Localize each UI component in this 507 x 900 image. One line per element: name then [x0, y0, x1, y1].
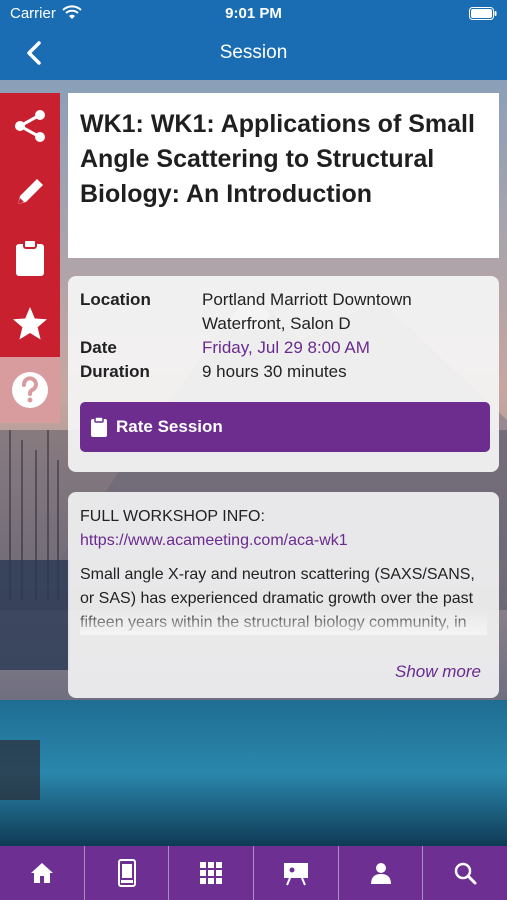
favorite-button[interactable]	[0, 291, 60, 357]
workshop-link[interactable]: https://www.acameeting.com/aca-wk1	[80, 529, 487, 553]
person-icon	[370, 863, 391, 884]
clipboard-icon	[16, 239, 44, 276]
location-label: Location	[80, 290, 151, 309]
location-value: Portland Marriott Downtown Waterfront, S…	[202, 290, 412, 333]
status-bar: Carrier 9:01 PM	[0, 0, 507, 28]
rate-session-button[interactable]: Rate Session	[80, 402, 490, 452]
description-text: Small angle X-ray and neutron scattering…	[80, 563, 487, 635]
session-title: WK1: WK1: Applications of Small Angle Sc…	[80, 110, 475, 208]
date-label: Date	[80, 338, 117, 357]
session-title-card: WK1: WK1: Applications of Small Angle Sc…	[68, 93, 499, 258]
share-button[interactable]	[0, 93, 60, 159]
bottom-tab-bar	[0, 846, 507, 900]
tab-mobile[interactable]	[85, 846, 170, 900]
question-icon	[12, 372, 48, 408]
tab-grid[interactable]	[169, 846, 255, 900]
mobile-device-icon	[117, 859, 136, 887]
star-icon	[13, 307, 47, 340]
help-button[interactable]	[0, 357, 60, 423]
action-rail	[0, 93, 60, 425]
search-icon	[454, 862, 477, 885]
home-icon	[30, 863, 53, 883]
navigation-bar: Session	[0, 28, 507, 80]
grid-icon	[200, 862, 223, 884]
show-more-link[interactable]: Show more	[395, 660, 481, 684]
clock-time: 9:01 PM	[225, 5, 282, 22]
notes-button[interactable]	[0, 159, 60, 225]
tab-presentations[interactable]	[254, 846, 339, 900]
tab-home[interactable]	[0, 846, 85, 900]
description-heading: FULL WORKSHOP INFO:	[80, 508, 265, 525]
location-row: Location Portland Marriott Downtown Wate…	[80, 288, 487, 336]
survey-button[interactable]	[0, 225, 60, 291]
battery-icon	[469, 7, 497, 24]
rate-session-label: Rate Session	[116, 417, 223, 436]
duration-label: Duration	[80, 362, 150, 381]
duration-row: Duration 9 hours 30 minutes	[80, 360, 487, 384]
session-description-card: FULL WORKSHOP INFO: https://www.acameeti…	[68, 492, 499, 698]
page-title: Session	[219, 42, 288, 63]
pencil-icon	[18, 179, 43, 204]
tab-people[interactable]	[339, 846, 424, 900]
session-info-card: Location Portland Marriott Downtown Wate…	[68, 276, 499, 472]
presentation-icon	[283, 863, 308, 886]
duration-value: 9 hours 30 minutes	[202, 362, 347, 381]
clipboard-icon	[91, 416, 107, 437]
date-value[interactable]: Friday, Jul 29 8:00 AM	[202, 336, 487, 360]
date-row: Date Friday, Jul 29 8:00 AM	[80, 336, 487, 360]
tab-search[interactable]	[423, 846, 507, 900]
share-icon	[15, 110, 45, 142]
